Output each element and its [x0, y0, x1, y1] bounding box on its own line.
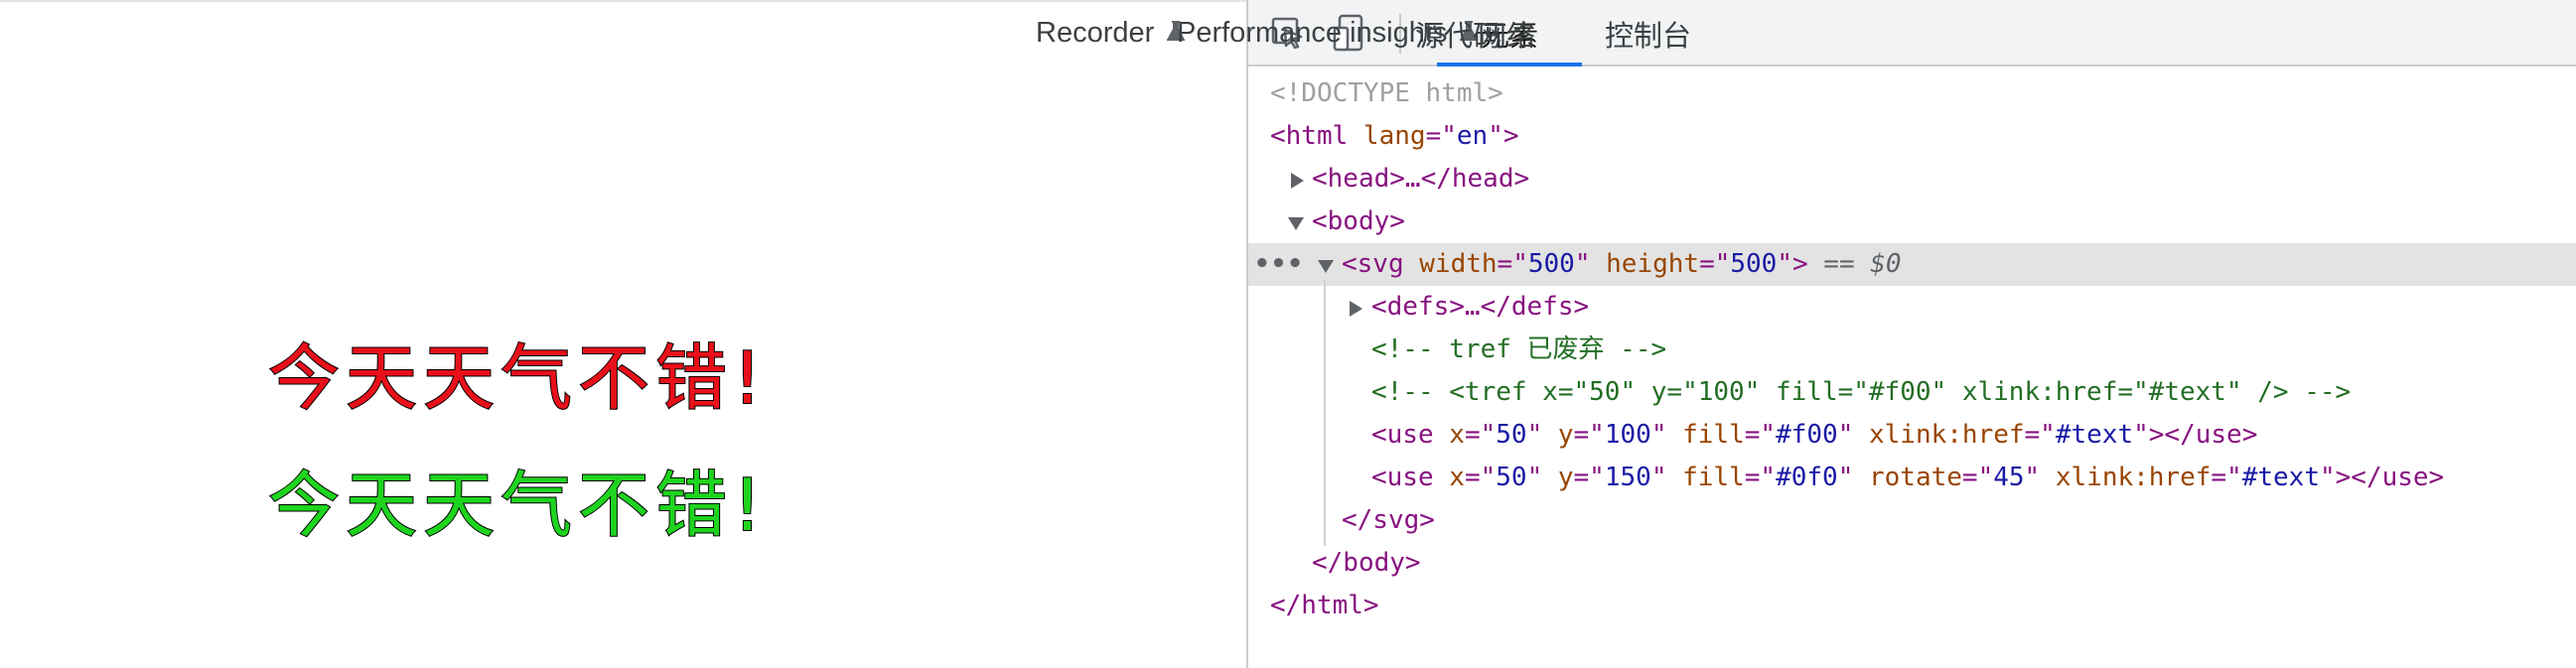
elements-tree: <!DOCTYPE html> <html lang="en"> <head>……	[1248, 67, 2576, 668]
devtools-toolbar: 元素 控制台 Recorder Performance insights 源代码	[1036, 0, 2576, 67]
comment-node: <!-- tref 已废弃 -->	[1371, 334, 1667, 364]
tab-recorder[interactable]: Recorder	[1036, 0, 1186, 67]
use-node: <use x="50" y="100" fill="#f00" xlink:hr…	[1371, 420, 2258, 450]
collapse-triangle-icon[interactable]	[1288, 217, 1304, 230]
defs-node: <defs>…</defs>	[1371, 292, 1590, 322]
svg-node: <svg width="500" height="500"> == $0	[1342, 249, 1902, 279]
tree-row-svg-selected[interactable]: ••• <svg width="500" height="500"> == $0	[1248, 243, 2576, 286]
collapse-triangle-icon[interactable]	[1318, 260, 1334, 273]
body-close-node: </body>	[1312, 548, 1421, 578]
screen: 今天天气不错! 今天天气不错! 元素 控制台 Recorder Performa…	[0, 0, 2576, 668]
expand-triangle-icon[interactable]	[1291, 173, 1304, 189]
expand-triangle-icon[interactable]	[1350, 301, 1362, 317]
tree-row-doctype[interactable]: <!DOCTYPE html>	[1248, 72, 2576, 115]
tree-row-head[interactable]: <head>…</head>	[1248, 158, 2576, 200]
tree-row-comment-2[interactable]: <!-- <tref x="50" y="100" fill="#f00" xl…	[1248, 371, 2576, 414]
tree-row-use-2[interactable]: <use x="50" y="150" fill="#0f0" rotate="…	[1248, 457, 2576, 499]
more-actions-icon[interactable]: •••	[1254, 243, 1304, 286]
use-node: <use x="50" y="150" fill="#0f0" rotate="…	[1371, 463, 2445, 492]
svg-text-red: 今天天气不错!	[267, 335, 768, 421]
svg-text-green: 今天天气不错!	[267, 463, 768, 548]
tab-network[interactable]: 网络	[1478, 0, 1535, 67]
tree-row-svg-end[interactable]: </svg>	[1248, 499, 2576, 542]
tree-row-body[interactable]: <body>	[1248, 200, 2576, 243]
head-node: <head>…</head>	[1312, 164, 1530, 194]
tree-row-defs[interactable]: <defs>…</defs>	[1248, 286, 2576, 329]
tree-row-body-end[interactable]: </body>	[1248, 542, 2576, 585]
tree-row-comment-1[interactable]: <!-- tref 已废弃 -->	[1248, 329, 2576, 371]
tab-performance-insights-label: Performance insights	[1177, 17, 1448, 49]
html-close-node: </html>	[1270, 591, 1379, 620]
tab-recorder-label: Recorder	[1036, 17, 1155, 49]
body-node: <body>	[1312, 206, 1405, 236]
tree-row-use-1[interactable]: <use x="50" y="100" fill="#f00" xlink:hr…	[1248, 414, 2576, 457]
html-node: <html lang="en">	[1270, 121, 1519, 151]
tree-row-html-end[interactable]: </html>	[1248, 585, 2576, 627]
tree-row-html[interactable]: <html lang="en">	[1248, 115, 2576, 158]
tab-network-label: 网络	[1478, 20, 1536, 53]
rendered-page: 今天天气不错! 今天天气不错!	[0, 0, 1246, 668]
tab-console[interactable]: 控制台	[1569, 0, 1691, 67]
tab-console-label: 控制台	[1605, 20, 1692, 53]
devtools-panel: 元素 控制台 Recorder Performance insights 源代码	[1036, 0, 2576, 668]
tree-indent-guide	[1324, 280, 1326, 546]
doctype-node: <!DOCTYPE html>	[1270, 78, 1503, 108]
comment-node: <!-- <tref x="50" y="100" fill="#f00" xl…	[1371, 377, 2352, 407]
svg-close-node: </svg>	[1342, 505, 1435, 535]
